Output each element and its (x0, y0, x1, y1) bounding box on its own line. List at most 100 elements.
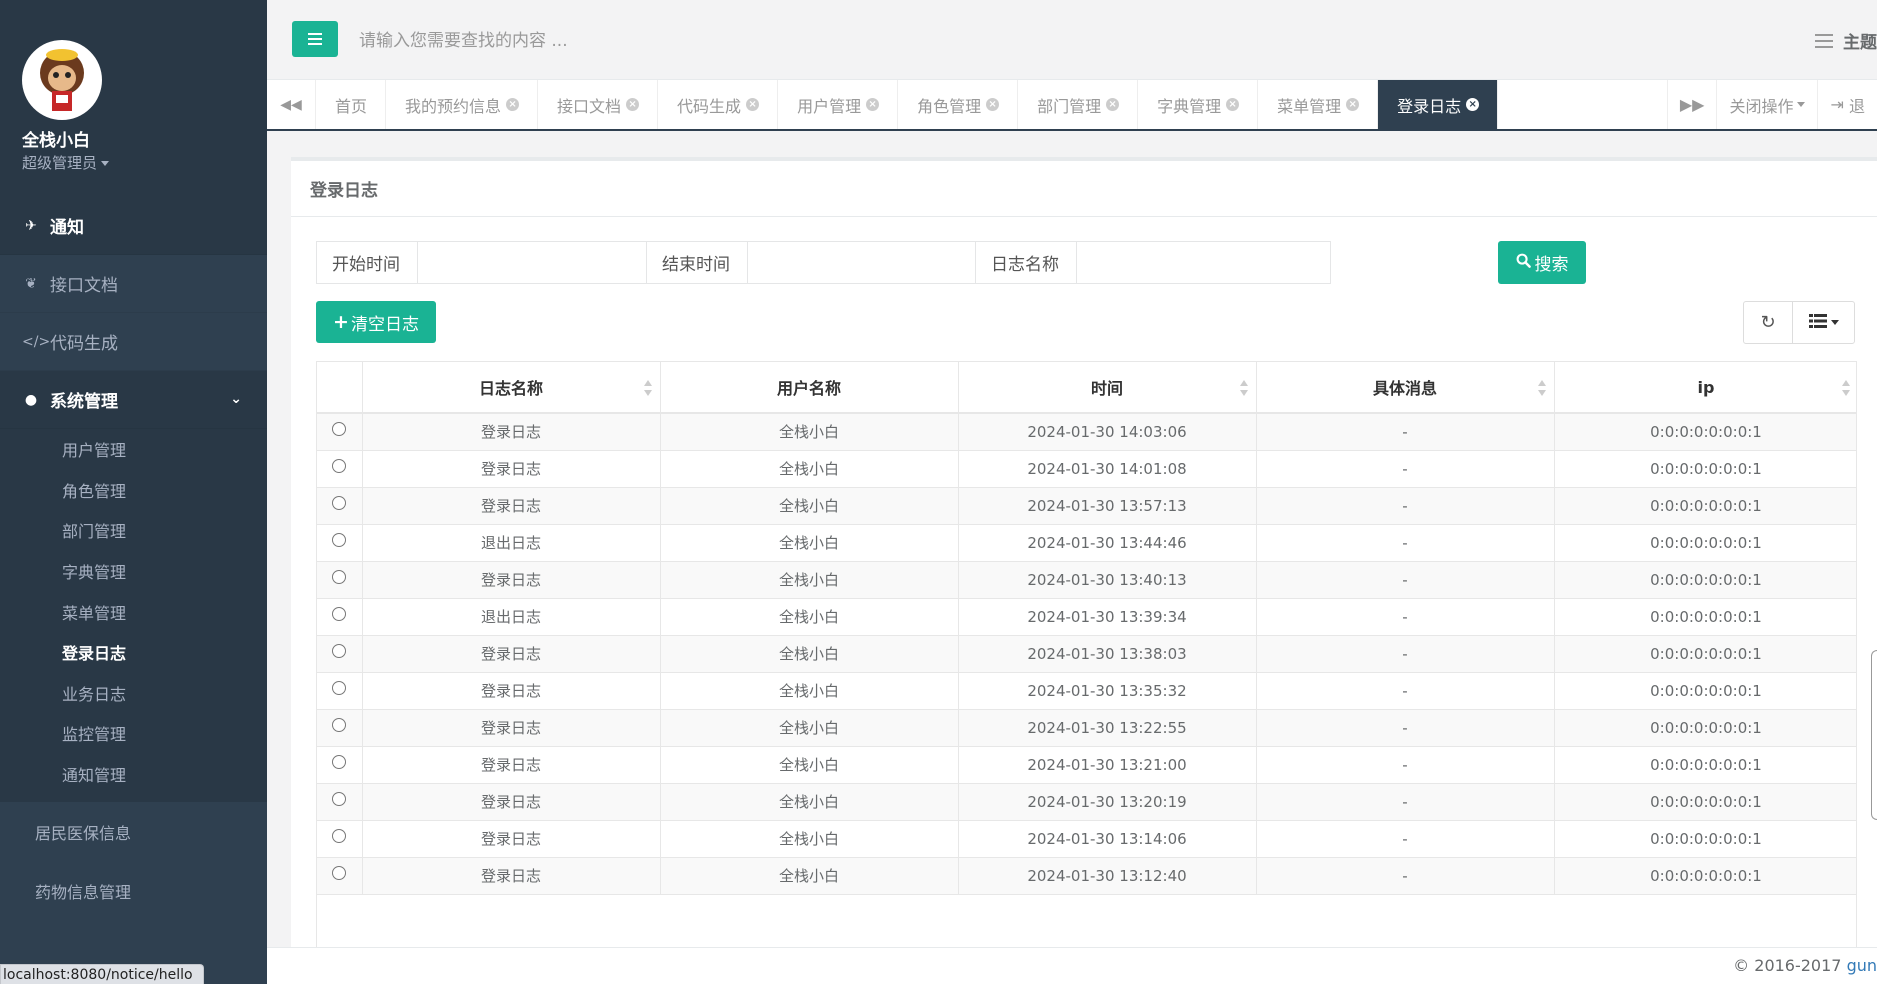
row-select-radio[interactable] (332, 459, 347, 473)
row-select-cell (317, 783, 363, 821)
cell-log-name: 登录日志 (362, 672, 661, 710)
menu-item-system[interactable]: ● 系统管理 ⌄ (0, 371, 267, 429)
sidebar-item-roles[interactable]: 角色管理 (0, 470, 267, 511)
header-label: 用户名称 (776, 379, 841, 398)
columns-toggle-button[interactable] (1792, 302, 1854, 343)
column-header-ip[interactable]: ip (1554, 362, 1856, 414)
cell-message: - (1256, 413, 1555, 451)
table-row[interactable]: 登录日志 全栈小白 2024-01-30 13:35:32-0:0:0:0:0:0:… (317, 672, 1856, 710)
exit-button[interactable]: ⇥ 退 (1817, 80, 1877, 129)
tab-api-docs[interactable]: 接口文档 × (538, 80, 659, 129)
log-name-input[interactable] (1077, 242, 1330, 283)
row-select-cell (317, 746, 363, 784)
tab-home[interactable]: 首页 (316, 80, 387, 129)
close-ops-dropdown[interactable]: 关闭操作 (1716, 80, 1817, 129)
sidebar-item-depts[interactable]: 部门管理 (0, 510, 267, 551)
close-icon[interactable]: × (1106, 98, 1120, 111)
table-row[interactable]: 退出日志 全栈小白 2024-01-30 13:39:34-0:0:0:0:0:0:… (317, 598, 1856, 636)
tab-label: 代码生成 (677, 96, 742, 116)
table-row[interactable]: 登录日志 全栈小白 2024-01-30 13:40:13-0:0:0:0:0:0:… (317, 561, 1856, 599)
start-time-input[interactable] (418, 242, 671, 283)
table-row[interactable]: 登录日志 全栈小白 2024-01-30 13:20:19-0:0:0:0:0:0:… (317, 783, 1856, 821)
close-icon[interactable]: × (986, 98, 1000, 111)
tab-my-appointments[interactable]: 我的预约信息 × (386, 80, 539, 129)
row-select-radio[interactable] (332, 681, 347, 695)
tab-depts[interactable]: 部门管理 × (1018, 80, 1139, 129)
tab-scroll-left-button[interactable]: ◀◀ (267, 80, 316, 129)
row-select-radio[interactable] (332, 570, 347, 584)
column-header-message[interactable]: 具体消息 (1256, 362, 1555, 414)
column-header-log-name[interactable]: 日志名称 (362, 362, 661, 414)
tab-menus[interactable]: 菜单管理 × (1258, 80, 1379, 129)
tab-label: 接口文档 (557, 96, 622, 116)
menu-item-label: 代码生成 (50, 334, 118, 354)
close-icon[interactable]: × (1226, 98, 1240, 111)
avatar[interactable] (22, 40, 102, 120)
tab-code-gen[interactable]: 代码生成 × (658, 80, 779, 129)
sidebar-item-biz-log[interactable]: 业务日志 (0, 673, 267, 714)
column-header-time[interactable]: 时间 (958, 362, 1257, 414)
row-select-cell (317, 524, 363, 562)
row-select-radio[interactable] (332, 829, 347, 843)
menu-item-api-docs[interactable]: ❦ 接口文档 (0, 255, 267, 313)
tab-roles[interactable]: 角色管理 × (898, 80, 1019, 129)
row-select-radio[interactable] (332, 866, 347, 880)
sidebar-item-menus[interactable]: 菜单管理 (0, 591, 267, 632)
sidebar-item-monitor[interactable]: 监控管理 (0, 713, 267, 754)
search-button[interactable]: 搜索 (1498, 241, 1586, 284)
row-select-radio[interactable] (332, 422, 347, 437)
sidebar-item-users[interactable]: 用户管理 (0, 429, 267, 470)
row-select-radio[interactable] (332, 607, 347, 621)
cell-ip: 0:0:0:0:0:0:0:1 (1554, 450, 1856, 488)
cell-message: - (1256, 561, 1555, 599)
sidebar-item-drug-info[interactable]: 药物信息管理 (0, 861, 267, 920)
tab-users[interactable]: 用户管理 × (778, 80, 899, 129)
table-row[interactable]: 登录日志 全栈小白 2024-01-30 13:12:40-0:0:0:0:0:0:… (317, 857, 1856, 895)
table-row[interactable]: 退出日志 全栈小白 2024-01-30 13:44:46-0:0:0:0:0:0:… (317, 524, 1856, 562)
close-icon[interactable]: × (746, 98, 760, 111)
table-row[interactable]: 登录日志 全栈小白 2024-01-30 13:57:13-0:0:0:0:0:0:… (317, 487, 1856, 525)
row-select-radio[interactable] (332, 644, 347, 658)
sidebar-item-dict[interactable]: 字典管理 (0, 551, 267, 592)
row-select-radio[interactable] (332, 718, 347, 732)
row-select-radio[interactable] (332, 496, 347, 510)
row-select-radio[interactable] (332, 533, 347, 547)
close-icon[interactable]: × (626, 98, 640, 111)
user-role-dropdown[interactable]: 超级管理员 (22, 152, 267, 173)
tab-label: 角色管理 (917, 96, 982, 116)
footer-brand-link[interactable]: gun (1847, 956, 1877, 975)
tab-login-log[interactable]: 登录日志 × (1378, 80, 1499, 129)
table-row[interactable]: 登录日志 全栈小白 2024-01-30 14:01:08-0:0:0:0:0:0:… (317, 450, 1856, 488)
end-time-filter: 结束时间 (646, 241, 1002, 284)
refresh-button[interactable]: ↻ (1744, 302, 1792, 343)
clear-log-button[interactable]: + 清空日志 (316, 301, 436, 343)
table-row[interactable]: 登录日志 全栈小白 2024-01-30 13:38:03-0:0:0:0:0:0:… (317, 635, 1856, 673)
close-icon[interactable]: × (1466, 98, 1480, 111)
close-icon[interactable]: × (506, 98, 520, 111)
theme-button[interactable]: 主题 (1815, 28, 1877, 53)
sidebar-item-notice-mgmt[interactable]: 通知管理 (0, 754, 267, 795)
close-icon[interactable]: × (1346, 98, 1360, 111)
tab-label: 我的预约信息 (405, 96, 502, 116)
row-select-radio[interactable] (332, 755, 347, 769)
cell-ip: 0:0:0:0:0:0:0:1 (1554, 487, 1856, 525)
tab-dict[interactable]: 字典管理 × (1138, 80, 1259, 129)
nav-toggle-button[interactable] (292, 21, 338, 57)
end-time-input[interactable] (748, 242, 1001, 283)
sidebar-item-login-log[interactable]: 登录日志 (0, 632, 267, 673)
sidebar-item-medical-insurance[interactable]: 居民医保信息 (0, 802, 267, 861)
scrollbar[interactable] (1871, 650, 1877, 820)
cell-log-name: 登录日志 (362, 561, 661, 599)
table-row[interactable]: 登录日志 全栈小白 2024-01-30 13:21:00-0:0:0:0:0:0:… (317, 746, 1856, 784)
global-search-input[interactable] (359, 24, 1059, 58)
backward-icon: ◀◀ (280, 96, 302, 113)
table-row[interactable]: 登录日志 全栈小白 2024-01-30 14:03:06-0:0:0:0:0:0:… (317, 413, 1856, 451)
list-icon (1808, 312, 1827, 333)
menu-item-code-gen[interactable]: </> 代码生成 (0, 313, 267, 371)
table-row[interactable]: 登录日志 全栈小白 2024-01-30 13:22:55-0:0:0:0:0:0:… (317, 709, 1856, 747)
close-icon[interactable]: × (866, 98, 880, 111)
menu-item-notice[interactable]: ✈ 通知 (0, 197, 267, 255)
tab-scroll-right-button[interactable]: ▶▶ (1666, 80, 1717, 129)
row-select-radio[interactable] (332, 792, 347, 806)
table-row[interactable]: 登录日志 全栈小白 2024-01-30 13:14:06-0:0:0:0:0:0:… (317, 820, 1856, 858)
